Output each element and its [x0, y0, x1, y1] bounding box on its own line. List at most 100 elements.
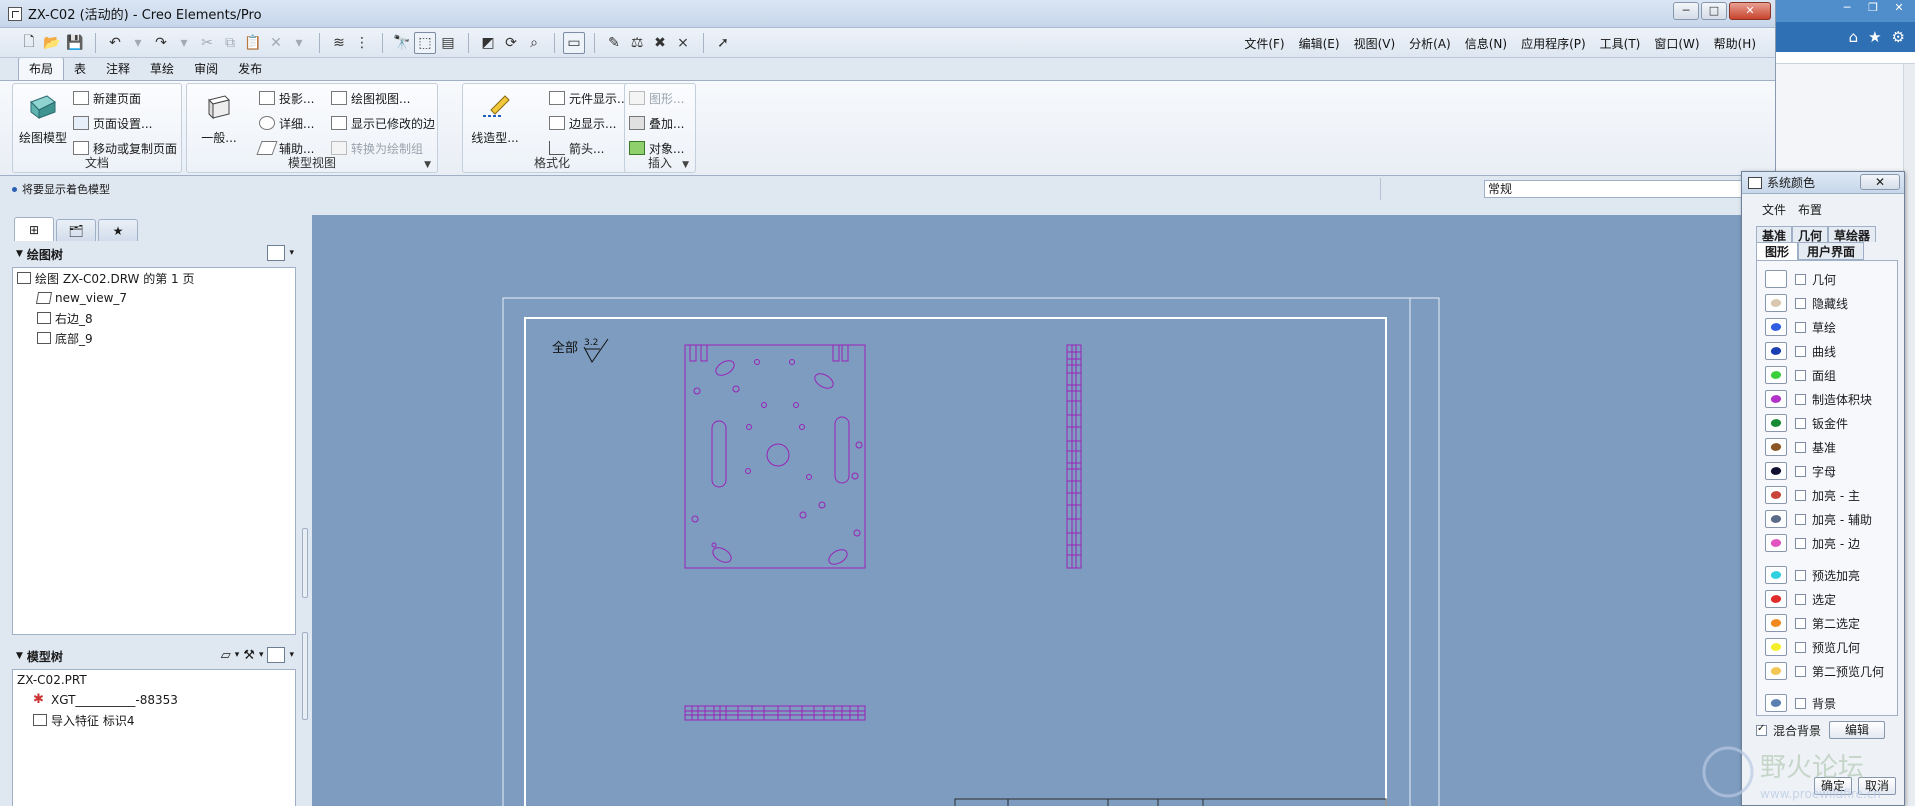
page-setup-button[interactable]: 页面设置...: [73, 113, 152, 133]
color-row[interactable]: 钣金件: [1757, 411, 1897, 435]
color-checkbox[interactable]: [1795, 537, 1806, 549]
color-row[interactable]: 字母: [1757, 459, 1897, 483]
undo-icon[interactable]: ↶: [104, 32, 126, 54]
tab-user-interface[interactable]: 用户界面: [1798, 242, 1865, 260]
menu-tools[interactable]: 工具(T): [1593, 35, 1648, 52]
color-checkbox[interactable]: [1795, 273, 1806, 285]
color-swatch-button[interactable]: [1765, 510, 1787, 528]
drawing-tree-settings-dropdown-icon[interactable]: ▾: [289, 248, 294, 258]
color-swatch-button[interactable]: [1765, 390, 1787, 408]
tab-datum[interactable]: 基准: [1756, 226, 1793, 243]
color-checkbox[interactable]: [1795, 665, 1806, 677]
color-row[interactable]: 隐藏线: [1757, 291, 1897, 315]
color-swatch-button[interactable]: [1765, 694, 1787, 712]
color-row[interactable]: 加亮 - 主: [1757, 483, 1897, 507]
edge-display-button[interactable]: 边显示...: [549, 113, 616, 133]
overlay-button[interactable]: 叠加...: [629, 113, 684, 133]
drawing-properties-icon[interactable]: ▤: [437, 32, 459, 54]
color-checkbox[interactable]: [1795, 569, 1806, 581]
ok-button[interactable]: 确定: [1814, 777, 1852, 795]
tab-layout[interactable]: 布局: [18, 57, 65, 80]
color-checkbox[interactable]: [1795, 593, 1806, 605]
color-swatch-button[interactable]: [1765, 438, 1787, 456]
tree-structure-icon[interactable]: ⋮: [351, 32, 373, 54]
tab-sketch[interactable]: 草绘: [140, 58, 184, 80]
menu-applications[interactable]: 应用程序(P): [1514, 35, 1593, 52]
dialog-menu-layout[interactable]: 布置: [1798, 201, 1822, 218]
graphic-button[interactable]: 图形...: [629, 88, 684, 108]
color-checkbox[interactable]: [1795, 393, 1806, 405]
menu-edit[interactable]: 编辑(E): [1292, 35, 1347, 52]
tree-item-view[interactable]: 底部_9: [13, 328, 295, 348]
color-checkbox[interactable]: [1795, 489, 1806, 501]
show-dropdown-icon[interactable]: ▾: [235, 650, 240, 660]
color-swatch-button[interactable]: [1765, 462, 1787, 480]
right-side-view[interactable]: [1066, 344, 1082, 569]
tree-item-view[interactable]: 右边_8: [13, 308, 295, 328]
measure-tool-icon[interactable]: ⚖: [626, 32, 648, 54]
color-swatch-button[interactable]: [1765, 590, 1787, 608]
paste-icon[interactable]: 📋: [242, 32, 264, 54]
color-row[interactable]: 背景: [1757, 691, 1897, 715]
tree-item-import-feature[interactable]: 导入特征 标识4: [13, 710, 295, 730]
menu-info[interactable]: 信息(N): [1458, 35, 1514, 52]
dialog-close-button[interactable]: ✕: [1860, 174, 1900, 190]
color-swatch-button[interactable]: [1765, 566, 1787, 584]
color-row[interactable]: 第二预览几何: [1757, 659, 1897, 683]
drawing-canvas[interactable]: 全部 3.2: [312, 215, 1776, 806]
model-tree-header[interactable]: ▼ 模型树 ▱ ▾ ⚒ ▾ ▾: [12, 643, 296, 669]
delete-dropdown-icon[interactable]: ▾: [288, 32, 310, 54]
model-view-group-expand-icon[interactable]: ▼: [424, 160, 431, 170]
insert-group-expand-icon[interactable]: ▼: [682, 160, 689, 170]
new-file-icon[interactable]: 🗋: [18, 32, 40, 54]
datum-off-icon[interactable]: ✖: [649, 32, 671, 54]
color-row[interactable]: 制造体积块: [1757, 387, 1897, 411]
save-icon[interactable]: 💾: [64, 32, 86, 54]
layers-icon[interactable]: ≋: [328, 32, 350, 54]
color-row[interactable]: 曲线: [1757, 339, 1897, 363]
collapse-arrow-icon[interactable]: ▼: [16, 249, 23, 259]
color-checkbox[interactable]: [1795, 297, 1806, 309]
tab-annotate[interactable]: 注释: [96, 58, 140, 80]
detailed-view-button[interactable]: 详细...: [259, 113, 314, 133]
color-row[interactable]: 预览几何: [1757, 635, 1897, 659]
drawing-sheet-graphics[interactable]: 全部 3.2: [312, 215, 1776, 806]
color-checkbox[interactable]: [1795, 345, 1806, 357]
color-swatch-button[interactable]: [1765, 318, 1787, 336]
display-style-icon[interactable]: ▭: [563, 31, 585, 54]
color-checkbox[interactable]: [1795, 697, 1806, 709]
collapse-arrow-icon[interactable]: ▼: [16, 651, 23, 661]
color-swatch-button[interactable]: [1765, 342, 1787, 360]
color-row[interactable]: 预选加亮: [1757, 563, 1897, 587]
repaint-icon[interactable]: ◩: [477, 32, 499, 54]
color-checkbox[interactable]: [1795, 617, 1806, 629]
pane-splitter-handle[interactable]: [302, 632, 308, 720]
color-row[interactable]: 加亮 - 辅助: [1757, 507, 1897, 531]
undo-dropdown-icon[interactable]: ▾: [127, 32, 149, 54]
settings-gear-icon[interactable]: ⚙: [1892, 28, 1905, 46]
color-checkbox[interactable]: [1795, 441, 1806, 453]
color-swatch-button[interactable]: [1765, 662, 1787, 680]
drawing-tree-header[interactable]: ▼ 绘图树 ▾: [12, 241, 296, 267]
menu-analysis[interactable]: 分析(A): [1402, 35, 1458, 52]
star-icon[interactable]: ★: [1868, 28, 1881, 46]
model-tree-settings-dropdown-icon[interactable]: ▾: [289, 650, 294, 660]
tree-item-view[interactable]: new_view_7: [13, 288, 295, 308]
color-row[interactable]: 面组: [1757, 363, 1897, 387]
tab-model-tree[interactable]: ⊞: [14, 217, 54, 241]
close-button[interactable]: ✕: [1729, 2, 1771, 20]
browser-close-button[interactable]: ✕: [1887, 0, 1911, 16]
color-row[interactable]: 选定: [1757, 587, 1897, 611]
tree-item-coordsys[interactable]: ✱ XGT__________-88353: [13, 690, 295, 710]
refresh-icon[interactable]: ⟳: [500, 32, 522, 54]
find-binoculars-icon[interactable]: 🔭: [391, 32, 413, 54]
edit-button[interactable]: 编辑: [1829, 721, 1886, 739]
color-swatch-button[interactable]: [1765, 638, 1787, 656]
color-swatch-button[interactable]: [1765, 294, 1787, 312]
tab-review[interactable]: 审阅: [184, 58, 228, 80]
cancel-button[interactable]: 取消: [1858, 777, 1896, 795]
color-swatch-button[interactable]: [1765, 270, 1787, 288]
axis-off-icon[interactable]: ⨯: [672, 32, 694, 54]
color-swatch-button[interactable]: [1765, 366, 1787, 384]
tree-item-part[interactable]: ZX-C02.PRT: [13, 670, 295, 690]
